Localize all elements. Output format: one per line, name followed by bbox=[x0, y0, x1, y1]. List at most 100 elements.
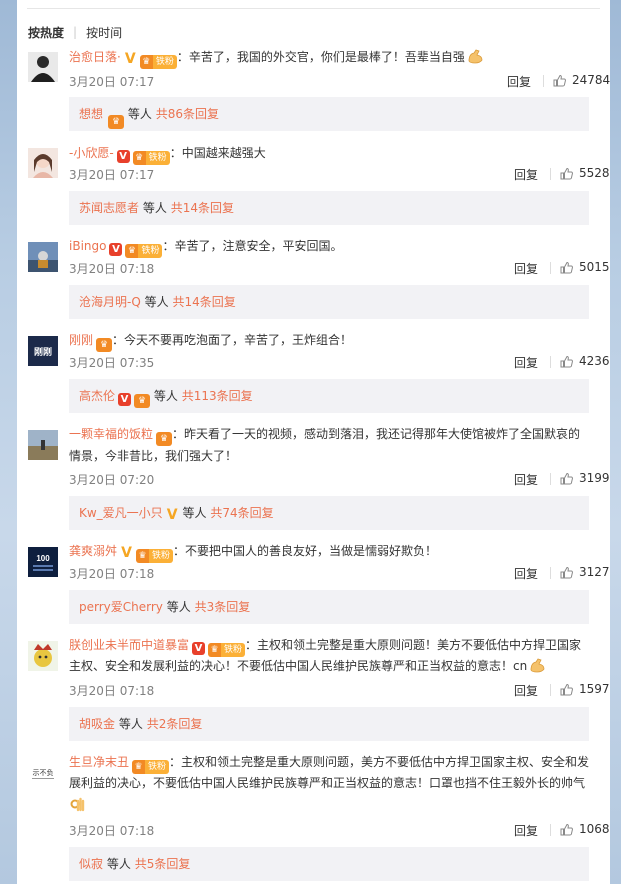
sub-replies[interactable]: Kw_爱凡一小只 V 等人 共74条回复 bbox=[69, 496, 589, 530]
view-replies-link[interactable]: 共14条回复 bbox=[172, 295, 235, 309]
sub-reply-user-link[interactable]: 苏闻志愿者 bbox=[79, 201, 139, 215]
comment-text: 朕创业未半而中道暴富 V ♛ 铁粉 ：主权和领土完整是重大原则问题！美方不要低估中方捍卫… bbox=[69, 635, 594, 677]
comment-meta: 3月20日 07:18 回复 1597 bbox=[69, 682, 610, 699]
like-count: 5528 bbox=[579, 166, 610, 180]
avatar[interactable] bbox=[28, 242, 58, 272]
sub-replies[interactable]: 苏闻志愿者 等人 共14条回复 bbox=[69, 191, 589, 225]
divider bbox=[27, 8, 600, 9]
timestamp: 3月20日 07:20 bbox=[69, 473, 155, 487]
avatar[interactable]: 100 bbox=[28, 547, 58, 577]
thumbs-up-icon bbox=[560, 683, 573, 695]
like-button[interactable]: 5528 bbox=[560, 166, 610, 180]
like-count: 4236 bbox=[579, 354, 610, 368]
comment-meta: 3月20日 07:18 回复 1068 bbox=[69, 822, 610, 839]
like-button[interactable]: 1597 bbox=[560, 682, 610, 696]
sub-replies[interactable]: 高杰伦 V ♛ 等人 共113条回复 bbox=[69, 379, 589, 413]
avatar[interactable]: 刚刚 bbox=[28, 336, 58, 366]
sub-replies[interactable]: 似寂 等人 共5条回复 bbox=[69, 847, 589, 881]
timestamp: 3月20日 07:35 bbox=[69, 356, 155, 370]
reply-button[interactable]: 回复 bbox=[507, 73, 531, 90]
view-replies-link[interactable]: 共3条回复 bbox=[195, 600, 251, 614]
thumbs-up-icon bbox=[560, 472, 573, 484]
avatar[interactable] bbox=[28, 430, 58, 460]
svg-text:刚刚: 刚刚 bbox=[34, 346, 52, 357]
reply-button[interactable]: 回复 bbox=[514, 260, 538, 277]
avatar[interactable]: 示不负 bbox=[28, 758, 58, 788]
username-link[interactable]: 朕创业未半而中道暴富 bbox=[69, 638, 189, 652]
avatar[interactable] bbox=[28, 52, 58, 82]
comment-body: ：辛苦了，注意安全，平安回国。 bbox=[162, 239, 343, 253]
divider bbox=[550, 567, 551, 579]
username-link[interactable]: iBingo bbox=[69, 239, 106, 253]
avatar[interactable] bbox=[28, 641, 58, 671]
sort-by-time-tab[interactable]: 按时间 bbox=[86, 24, 122, 41]
sub-reply-more: 等人 bbox=[166, 600, 191, 614]
username-link[interactable]: 刚刚 bbox=[69, 333, 93, 347]
like-button[interactable]: 4236 bbox=[560, 354, 610, 368]
flex-arm-emoji-icon bbox=[530, 658, 545, 673]
sub-reply-user-link[interactable]: perry爱Cherry bbox=[79, 600, 163, 614]
like-count: 3127 bbox=[579, 565, 610, 579]
fan-badge: ♛ 铁粉 bbox=[208, 638, 246, 657]
reply-button[interactable]: 回复 bbox=[514, 354, 538, 371]
fan-badge: ♛ 铁粉 bbox=[136, 544, 174, 563]
sub-reply-more: 等人 bbox=[127, 107, 152, 121]
reply-button[interactable]: 回复 bbox=[514, 565, 538, 582]
view-replies-link[interactable]: 共14条回复 bbox=[171, 201, 234, 215]
divider bbox=[550, 684, 551, 696]
like-button[interactable]: 24784 bbox=[553, 73, 610, 87]
sub-reply-more: 等人 bbox=[106, 857, 131, 871]
verified-icon: V bbox=[192, 642, 206, 655]
view-replies-link[interactable]: 共113条回复 bbox=[182, 389, 253, 403]
like-button[interactable]: 3199 bbox=[560, 471, 610, 485]
sub-reply-user-link[interactable]: 胡吸金 bbox=[79, 717, 115, 731]
view-replies-link[interactable]: 共86条回复 bbox=[156, 107, 219, 121]
fan-badge: ♛ bbox=[134, 394, 151, 408]
fan-badge: ♛ 铁粉 bbox=[132, 755, 170, 774]
comment-body: ：中国越来越强大 bbox=[169, 146, 266, 160]
divider bbox=[543, 75, 544, 87]
view-replies-link[interactable]: 共74条回复 bbox=[210, 506, 273, 520]
sub-reply-user-link[interactable]: Kw_爱凡一小只 bbox=[79, 506, 163, 520]
sub-reply-user-link[interactable]: 似寂 bbox=[79, 857, 103, 871]
username-link[interactable]: 生旦净末丑 bbox=[69, 755, 129, 769]
timestamp: 3月20日 07:17 bbox=[69, 75, 155, 89]
username-link[interactable]: -小欣愿- bbox=[69, 146, 114, 160]
username-link[interactable]: 治愈日落· bbox=[69, 50, 121, 64]
sort-bar: 按热度 | 按时间 bbox=[28, 24, 122, 40]
sub-replies[interactable]: perry爱Cherry 等人 共3条回复 bbox=[69, 590, 589, 624]
reply-button[interactable]: 回复 bbox=[514, 682, 538, 699]
timestamp: 3月20日 07:18 bbox=[69, 262, 155, 276]
username-link[interactable]: 一颗幸福的饭粒 bbox=[69, 427, 153, 441]
sub-replies[interactable]: 胡吸金 等人 共2条回复 bbox=[69, 707, 589, 741]
sub-reply-more: 等人 bbox=[142, 201, 167, 215]
like-button[interactable]: 5015 bbox=[560, 260, 610, 274]
like-button[interactable]: 3127 bbox=[560, 565, 610, 579]
reply-button[interactable]: 回复 bbox=[514, 822, 538, 839]
sub-replies[interactable]: 沧海月明-Q 等人 共14条回复 bbox=[69, 285, 589, 319]
like-count: 24784 bbox=[572, 73, 611, 87]
timestamp: 3月20日 07:18 bbox=[69, 824, 155, 838]
sub-reply-more: 等人 bbox=[182, 506, 207, 520]
comment-text: -小欣愿- V ♛ 铁粉 ：中国越来越强大 bbox=[69, 143, 594, 165]
like-count: 1068 bbox=[579, 822, 610, 836]
comment-meta: 3月20日 07:17 回复 5528 bbox=[69, 166, 610, 183]
sub-reply-user-link[interactable]: 高杰伦 bbox=[79, 389, 115, 403]
sort-by-hot-tab[interactable]: 按热度 bbox=[28, 24, 64, 41]
sub-reply-user-link[interactable]: 想想 bbox=[79, 107, 103, 121]
thumbs-up-icon bbox=[560, 355, 573, 367]
avatar[interactable] bbox=[28, 148, 58, 178]
divider bbox=[550, 824, 551, 836]
sub-reply-user-link[interactable]: 沧海月明-Q bbox=[79, 295, 141, 309]
reply-button[interactable]: 回复 bbox=[514, 471, 538, 488]
like-button[interactable]: 1068 bbox=[560, 822, 610, 836]
view-replies-link[interactable]: 共5条回复 bbox=[135, 857, 191, 871]
divider bbox=[550, 356, 551, 368]
username-link[interactable]: 龚爽溺舛 bbox=[69, 544, 117, 558]
sub-replies[interactable]: 想想♛ 等人 共86条回复 bbox=[69, 97, 589, 131]
reply-button[interactable]: 回复 bbox=[514, 166, 538, 183]
view-replies-link[interactable]: 共2条回复 bbox=[147, 717, 203, 731]
thumbs-up-icon bbox=[560, 167, 573, 179]
comment-meta: 3月20日 07:35 回复 4236 bbox=[69, 354, 610, 371]
comment-text: 龚爽溺舛 V ♛ 铁粉 ：不要把中国人的善良友好，当做是懦弱好欺负！ bbox=[69, 541, 594, 563]
